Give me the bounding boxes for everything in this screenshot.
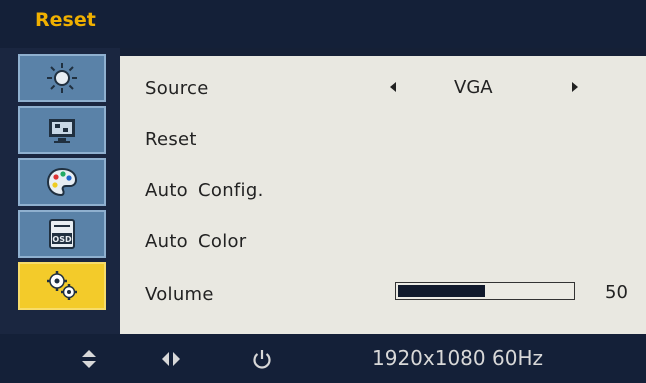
osd-badge-text: OSD <box>52 235 72 244</box>
source-value[interactable]: VGA <box>454 77 493 98</box>
source-prev-arrow[interactable] <box>390 82 396 92</box>
osd-icon: OSD <box>49 219 75 249</box>
sidebar-item-reset[interactable] <box>18 262 106 310</box>
volume-value: 50 <box>605 282 628 303</box>
source-next-arrow[interactable] <box>572 82 578 92</box>
sidebar-item-osd[interactable]: OSD <box>18 210 106 258</box>
title-bar: Reset <box>0 0 646 48</box>
bottom-bar: 1920x1080 60Hz <box>0 334 646 383</box>
auto-color-option[interactable]: Auto Color <box>145 231 247 252</box>
up-down-arrows-icon <box>82 350 96 368</box>
sidebar-item-color[interactable] <box>18 158 106 206</box>
sidebar-item-image[interactable] <box>18 106 106 154</box>
volume-slider-fill <box>398 285 485 297</box>
settings-panel: Source VGA Reset Auto Config. Auto Color… <box>120 56 646 334</box>
volume-slider[interactable] <box>395 282 575 300</box>
sun-icon <box>47 63 77 93</box>
auto-config-option[interactable]: Auto Config. <box>145 180 264 201</box>
sidebar-item-brightness[interactable] <box>18 54 106 102</box>
reset-option[interactable]: Reset <box>145 129 197 150</box>
monitor-osd: Reset OSD Source VGA Reset Auto Config. … <box>0 0 646 383</box>
sidebar: OSD <box>0 48 120 334</box>
palette-icon <box>46 167 78 197</box>
left-right-arrows-icon <box>162 352 180 366</box>
monitor-icon <box>49 119 75 143</box>
source-label[interactable]: Source <box>145 78 209 99</box>
volume-label[interactable]: Volume <box>145 284 214 305</box>
power-icon <box>253 350 271 369</box>
page-title: Reset <box>35 9 96 31</box>
gears-icon <box>47 271 77 300</box>
resolution-status: 1920x1080 60Hz <box>372 346 543 370</box>
